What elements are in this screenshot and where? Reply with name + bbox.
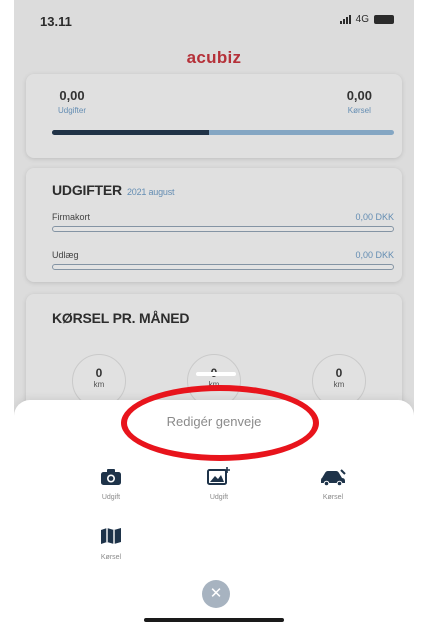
phone-screen: 13.11 4G acubiz 0,00 Udgifter 0,00 Kørse… (14, 0, 414, 625)
highlight-circle-annotation (121, 385, 319, 461)
shortcut-udgift-camera[interactable]: Udgift (76, 468, 146, 501)
map-icon (101, 528, 121, 544)
camera-icon (101, 469, 121, 485)
shortcut-korsel-car[interactable]: Kørsel (298, 468, 368, 501)
car-icon (321, 469, 346, 486)
shortcut-udgift-image[interactable]: Udgift (184, 466, 254, 501)
sheet-drag-handle[interactable] (196, 372, 236, 376)
close-button[interactable]: ✕ (202, 580, 230, 608)
shortcut-korsel-map[interactable]: Kørsel (76, 526, 146, 561)
shortcut-label: Kørsel (100, 554, 122, 561)
shortcut-label: Udgift (209, 494, 229, 501)
close-icon: ✕ (209, 585, 223, 602)
shortcut-label: Udgift (101, 494, 121, 501)
home-indicator[interactable] (144, 618, 284, 622)
image-add-icon (207, 467, 230, 485)
shortcut-label: Kørsel (322, 494, 344, 501)
